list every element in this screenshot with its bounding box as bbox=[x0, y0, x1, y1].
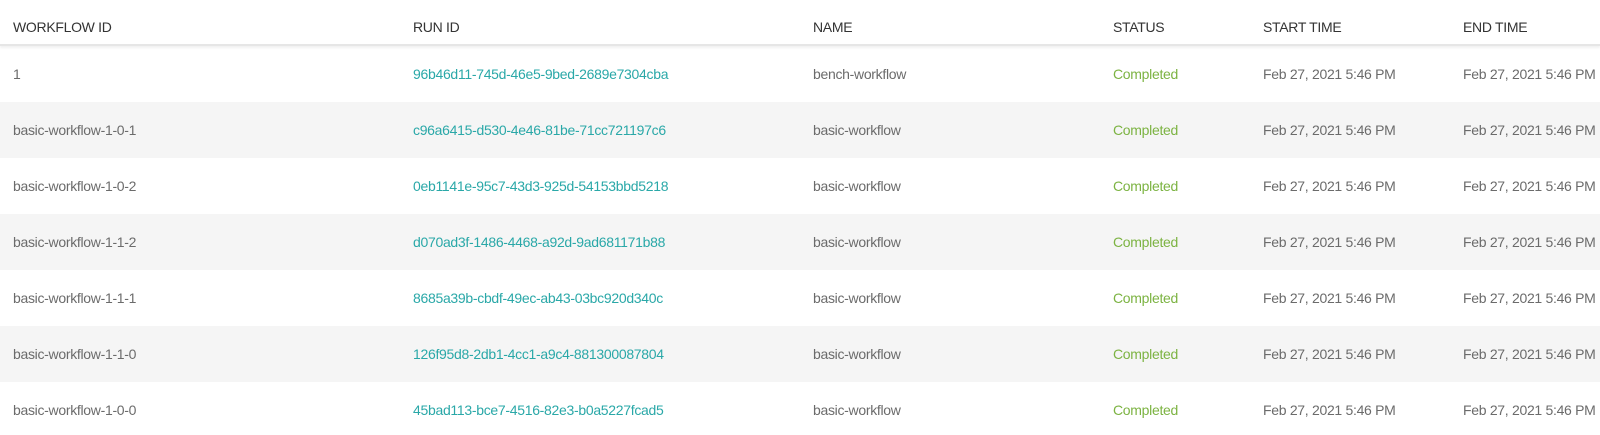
workflow-id-cell: basic-workflow-1-1-2 bbox=[13, 234, 137, 250]
column-header-end-time[interactable]: END TIME bbox=[1463, 19, 1528, 35]
end-time-cell: Feb 27, 2021 5:46 PM bbox=[1463, 66, 1596, 82]
start-time-cell: Feb 27, 2021 5:46 PM bbox=[1263, 122, 1396, 138]
table-row[interactable]: basic-workflow-1-1-0 126f95d8-2db1-4cc1-… bbox=[0, 326, 1600, 382]
end-time-cell: Feb 27, 2021 5:46 PM bbox=[1463, 346, 1596, 362]
column-header-status[interactable]: STATUS bbox=[1113, 19, 1165, 35]
workflow-id-cell: basic-workflow-1-1-1 bbox=[13, 290, 137, 306]
start-time-cell: Feb 27, 2021 5:46 PM bbox=[1263, 178, 1396, 194]
end-time-cell: Feb 27, 2021 5:46 PM bbox=[1463, 178, 1596, 194]
run-id-link[interactable]: 96b46d11-745d-46e5-9bed-2689e7304cba bbox=[413, 66, 668, 82]
status-badge: Completed bbox=[1113, 66, 1179, 82]
table-row[interactable]: basic-workflow-1-1-1 8685a39b-cbdf-49ec-… bbox=[0, 270, 1600, 326]
workflow-name-cell: basic-workflow bbox=[813, 402, 901, 418]
workflow-id-cell: 1 bbox=[13, 66, 21, 82]
end-time-cell: Feb 27, 2021 5:46 PM bbox=[1463, 234, 1596, 250]
column-header-run-id[interactable]: RUN ID bbox=[413, 19, 460, 35]
workflow-id-cell: basic-workflow-1-0-1 bbox=[13, 122, 137, 138]
run-id-link[interactable]: 126f95d8-2db1-4cc1-a9c4-881300087804 bbox=[413, 346, 664, 362]
workflow-name-cell: basic-workflow bbox=[813, 290, 901, 306]
run-id-link[interactable]: 45bad113-bce7-4516-82e3-b0a5227fcad5 bbox=[413, 402, 664, 418]
column-header-name[interactable]: NAME bbox=[813, 19, 853, 35]
workflows-table: WORKFLOW ID RUN ID NAME STATUS START TIM… bbox=[0, 0, 1600, 435]
column-header-start-time[interactable]: START TIME bbox=[1263, 19, 1342, 35]
workflow-id-cell: basic-workflow-1-0-0 bbox=[13, 402, 137, 418]
workflow-name-cell: basic-workflow bbox=[813, 346, 901, 362]
table-row[interactable]: basic-workflow-1-0-1 c96a6415-d530-4e46-… bbox=[0, 102, 1600, 158]
run-id-link[interactable]: 8685a39b-cbdf-49ec-ab43-03bc920d340c bbox=[413, 290, 663, 306]
workflow-name-cell: basic-workflow bbox=[813, 122, 901, 138]
status-badge: Completed bbox=[1113, 234, 1179, 250]
status-badge: Completed bbox=[1113, 402, 1179, 418]
status-badge: Completed bbox=[1113, 178, 1179, 194]
status-badge: Completed bbox=[1113, 346, 1179, 362]
workflow-name-cell: bench-workflow bbox=[813, 66, 907, 82]
status-badge: Completed bbox=[1113, 290, 1179, 306]
start-time-cell: Feb 27, 2021 5:46 PM bbox=[1263, 402, 1396, 418]
start-time-cell: Feb 27, 2021 5:46 PM bbox=[1263, 234, 1396, 250]
table-row[interactable]: basic-workflow-1-1-2 d070ad3f-1486-4468-… bbox=[0, 214, 1600, 270]
run-id-link[interactable]: d070ad3f-1486-4468-a92d-9ad681171b88 bbox=[413, 234, 665, 250]
start-time-cell: Feb 27, 2021 5:46 PM bbox=[1263, 290, 1396, 306]
start-time-cell: Feb 27, 2021 5:46 PM bbox=[1263, 346, 1396, 362]
table-row[interactable]: 1 96b46d11-745d-46e5-9bed-2689e7304cba b… bbox=[0, 46, 1600, 102]
run-id-link[interactable]: 0eb1141e-95c7-43d3-925d-54153bbd5218 bbox=[413, 178, 668, 194]
status-badge: Completed bbox=[1113, 122, 1179, 138]
end-time-cell: Feb 27, 2021 5:46 PM bbox=[1463, 122, 1596, 138]
table-header: WORKFLOW ID RUN ID NAME STATUS START TIM… bbox=[0, 0, 1600, 46]
workflow-id-cell: basic-workflow-1-1-0 bbox=[13, 346, 137, 362]
end-time-cell: Feb 27, 2021 5:46 PM bbox=[1463, 290, 1596, 306]
workflow-name-cell: basic-workflow bbox=[813, 178, 901, 194]
end-time-cell: Feb 27, 2021 5:46 PM bbox=[1463, 402, 1596, 418]
workflow-name-cell: basic-workflow bbox=[813, 234, 901, 250]
start-time-cell: Feb 27, 2021 5:46 PM bbox=[1263, 66, 1396, 82]
column-header-workflow-id[interactable]: WORKFLOW ID bbox=[13, 19, 112, 35]
table-row[interactable]: basic-workflow-1-0-2 0eb1141e-95c7-43d3-… bbox=[0, 158, 1600, 214]
run-id-link[interactable]: c96a6415-d530-4e46-81be-71cc721197c6 bbox=[413, 122, 666, 138]
table-row[interactable]: basic-workflow-1-0-0 45bad113-bce7-4516-… bbox=[0, 382, 1600, 435]
workflow-id-cell: basic-workflow-1-0-2 bbox=[13, 178, 137, 194]
